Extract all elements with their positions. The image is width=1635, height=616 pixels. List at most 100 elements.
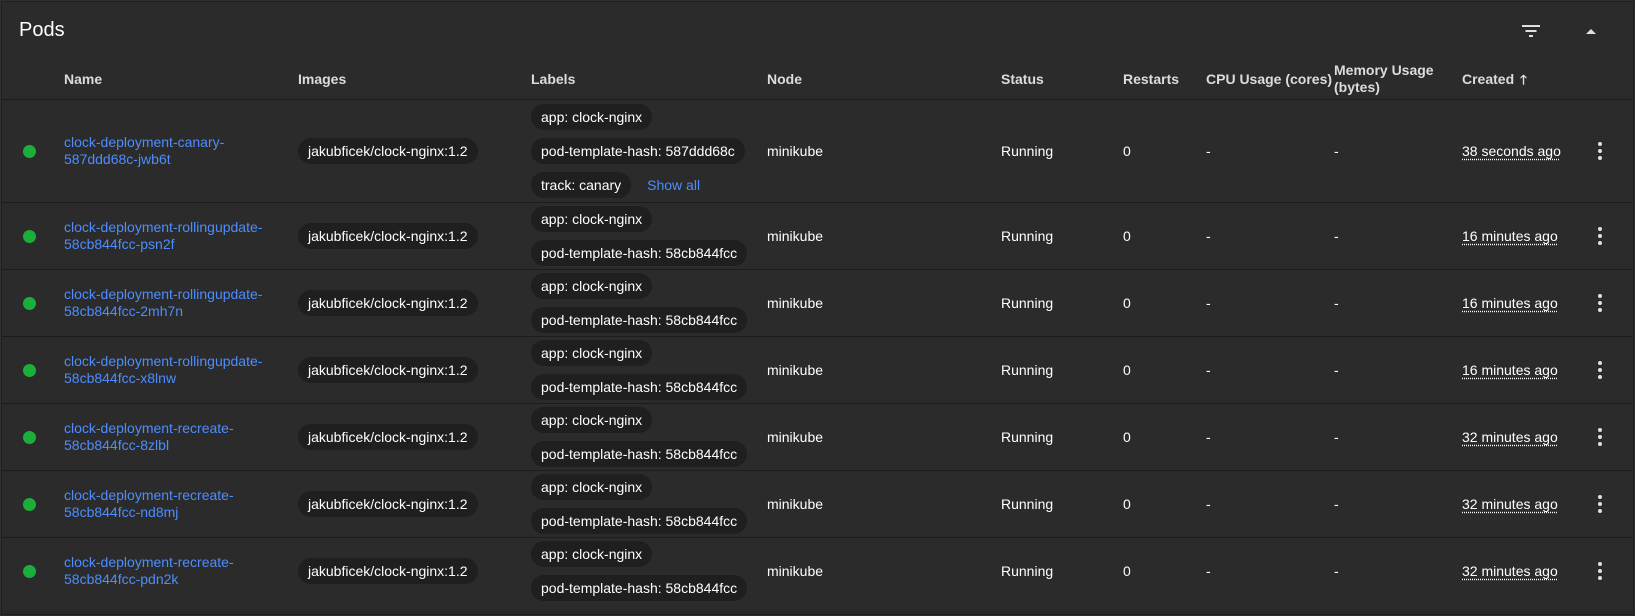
- created-cell: 16 minutes ago: [1462, 203, 1558, 269]
- status-value: Running: [1001, 429, 1054, 445]
- running-status-icon: [23, 296, 36, 310]
- column-header-restarts[interactable]: Restarts: [1123, 59, 1179, 99]
- label-chip: pod-template-hash: 587ddd68c: [531, 138, 745, 164]
- row-actions-button[interactable]: [1590, 404, 1610, 470]
- show-all-labels-link[interactable]: Show all: [647, 177, 700, 193]
- created-value[interactable]: 16 minutes ago: [1462, 362, 1558, 378]
- status-value: Running: [1001, 228, 1054, 244]
- row-actions-button[interactable]: [1590, 471, 1610, 537]
- image-chip: jakubficek/clock-nginx:1.2: [298, 290, 478, 316]
- row-actions-button[interactable]: [1590, 203, 1610, 269]
- pod-name-link[interactable]: clock-deployment-rollingupdate- 58cb844fc…: [64, 353, 262, 387]
- column-header-images: Images: [298, 70, 347, 87]
- pod-name-link[interactable]: clock-deployment-recreate- 58cb844fcc-pdn…: [64, 554, 234, 588]
- table-row: clock-deployment-recreate- 58cb844fcc-pdn…: [2, 538, 1633, 604]
- images-cell: jakubficek/clock-nginx:1.2: [298, 203, 478, 269]
- created-cell: 32 minutes ago: [1462, 538, 1558, 604]
- label-chip: pod-template-hash: 58cb844fcc: [531, 575, 748, 601]
- collapse-button[interactable]: [1574, 14, 1608, 48]
- memory-value: -: [1334, 429, 1339, 445]
- pods-table: Name Images Labels Node Status Restarts …: [2, 59, 1633, 604]
- pod-name-cell: clock-deployment-recreate- 58cb844fcc-8zl…: [64, 404, 284, 470]
- memory-value: -: [1334, 496, 1339, 512]
- restarts-value: 0: [1123, 563, 1131, 579]
- node-value: minikube: [767, 228, 824, 244]
- sort-ascending-icon: 🡑: [1520, 71, 1527, 87]
- column-header-cpu[interactable]: CPU Usage (cores): [1206, 59, 1332, 99]
- row-actions-button[interactable]: [1590, 270, 1610, 336]
- created-cell: 32 minutes ago: [1462, 471, 1558, 537]
- label-chip: app: clock-nginx: [531, 104, 653, 130]
- status-indicator: [23, 471, 36, 537]
- node-value: minikube: [767, 362, 824, 378]
- status-indicator: [23, 270, 36, 336]
- pod-name-link[interactable]: clock-deployment-recreate- 58cb844fcc-nd8…: [64, 487, 234, 521]
- image-chip: jakubficek/clock-nginx:1.2: [298, 491, 478, 517]
- label-chip: app: clock-nginx: [531, 340, 653, 366]
- image-chip: jakubficek/clock-nginx:1.2: [298, 357, 478, 383]
- row-actions-button[interactable]: [1590, 538, 1610, 604]
- created-value[interactable]: 38 seconds ago: [1462, 143, 1561, 159]
- cpu-value: -: [1206, 143, 1211, 159]
- pods-card: Pods Name Images Labels Node Status Rest…: [1, 1, 1634, 615]
- label-chip: pod-template-hash: 58cb844fcc: [531, 307, 748, 333]
- label-chip: app: clock-nginx: [531, 407, 653, 433]
- status-value: Running: [1001, 295, 1054, 311]
- filter-button[interactable]: [1514, 14, 1548, 48]
- running-status-icon: [23, 564, 36, 578]
- pod-name-link[interactable]: clock-deployment-rollingupdate- 58cb844fc…: [64, 219, 262, 253]
- cpu-value: -: [1206, 362, 1211, 378]
- running-status-icon: [23, 363, 36, 377]
- pod-name-link[interactable]: clock-deployment-recreate- 58cb844fcc-8zl…: [64, 420, 234, 454]
- image-chip: jakubficek/clock-nginx:1.2: [298, 424, 478, 450]
- pod-name-link[interactable]: clock-deployment-canary- 587ddd68c-jwb6t: [64, 134, 224, 168]
- images-cell: jakubficek/clock-nginx:1.2: [298, 404, 478, 470]
- column-header-labels: Labels: [531, 70, 576, 87]
- column-header-memory[interactable]: Memory Usage (bytes): [1334, 59, 1434, 99]
- images-cell: jakubficek/clock-nginx:1.2: [298, 270, 478, 336]
- created-cell: 16 minutes ago: [1462, 337, 1558, 403]
- created-value[interactable]: 32 minutes ago: [1462, 496, 1558, 512]
- label-chip: pod-template-hash: 58cb844fcc: [531, 508, 748, 534]
- column-header-name[interactable]: Name: [64, 59, 102, 99]
- created-value[interactable]: 16 minutes ago: [1462, 295, 1558, 311]
- pod-name-cell: clock-deployment-rollingupdate- 58cb844fc…: [64, 270, 284, 336]
- row-actions-button[interactable]: [1590, 100, 1610, 202]
- memory-value: -: [1334, 362, 1339, 378]
- status-value: Running: [1001, 362, 1054, 378]
- label-chip: track: canary: [531, 172, 632, 198]
- status-indicator: [23, 404, 36, 470]
- cpu-value: -: [1206, 563, 1211, 579]
- running-status-icon: [23, 229, 36, 243]
- labels-cell: app: clock-nginx pod-template-hash: 58cb…: [531, 404, 761, 470]
- status-indicator: [23, 337, 36, 403]
- caret-up-icon: [1586, 28, 1596, 34]
- created-value[interactable]: 32 minutes ago: [1462, 563, 1558, 579]
- running-status-icon: [23, 144, 36, 158]
- status-value: Running: [1001, 143, 1054, 159]
- memory-value: -: [1334, 295, 1339, 311]
- pod-name-cell: clock-deployment-recreate- 58cb844fcc-nd8…: [64, 471, 284, 537]
- column-header-created[interactable]: Created 🡑: [1462, 59, 1527, 99]
- created-value[interactable]: 32 minutes ago: [1462, 429, 1558, 445]
- label-chip: pod-template-hash: 58cb844fcc: [531, 441, 748, 467]
- filter-icon: [1522, 25, 1540, 37]
- pod-name-link[interactable]: clock-deployment-rollingupdate- 58cb844fc…: [64, 286, 262, 320]
- card-header: Pods: [2, 2, 1633, 59]
- labels-cell: app: clock-nginx pod-template-hash: 58cb…: [531, 270, 761, 336]
- pod-name-cell: clock-deployment-recreate- 58cb844fcc-pdn…: [64, 538, 284, 604]
- label-chip: pod-template-hash: 58cb844fcc: [531, 240, 748, 266]
- labels-cell: app: clock-nginx pod-template-hash: 58cb…: [531, 538, 761, 604]
- row-actions-button[interactable]: [1590, 337, 1610, 403]
- images-cell: jakubficek/clock-nginx:1.2: [298, 471, 478, 537]
- column-header-status[interactable]: Status: [1001, 59, 1044, 99]
- more-vert-icon: [1598, 495, 1602, 513]
- node-value: minikube: [767, 496, 824, 512]
- page-title: Pods: [19, 19, 65, 41]
- memory-value: -: [1334, 228, 1339, 244]
- created-value[interactable]: 16 minutes ago: [1462, 228, 1558, 244]
- restarts-value: 0: [1123, 362, 1131, 378]
- table-row: clock-deployment-rollingupdate- 58cb844fc…: [2, 203, 1633, 270]
- more-vert-icon: [1598, 562, 1602, 580]
- column-header-node[interactable]: Node: [767, 59, 802, 99]
